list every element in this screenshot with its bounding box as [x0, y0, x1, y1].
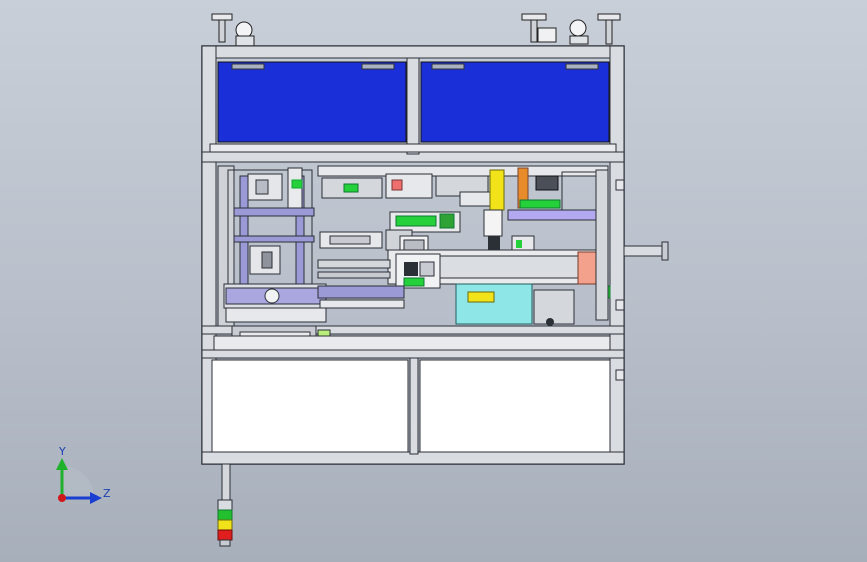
signal-light-yellow — [217, 519, 233, 531]
signal-light-red — [217, 529, 233, 541]
cad-viewport[interactable]: Y Z — [0, 0, 867, 562]
leveling-foot-right-b — [569, 13, 621, 45]
upper-transfer-rail[interactable] — [317, 165, 609, 221]
panel-sill — [209, 143, 617, 153]
top-guard-panel-left[interactable] — [217, 61, 407, 143]
y-axis-label: Y — [58, 445, 66, 458]
left-lift-module[interactable] — [217, 165, 331, 347]
signal-tower-icon — [217, 463, 233, 547]
axis-triad: Y Z — [56, 445, 111, 504]
lower-carriage[interactable] — [455, 283, 611, 326]
leveling-foot-right-a — [521, 13, 557, 43]
signal-light-green — [217, 509, 233, 521]
machine-model[interactable]: Y Z — [0, 0, 867, 562]
leveling-foot-left — [211, 13, 255, 47]
z-axis-label: Z — [103, 487, 111, 500]
main-linear-slide[interactable] — [387, 249, 605, 289]
x-axis-dot — [58, 494, 66, 502]
top-guard-panel-right[interactable] — [420, 61, 610, 143]
